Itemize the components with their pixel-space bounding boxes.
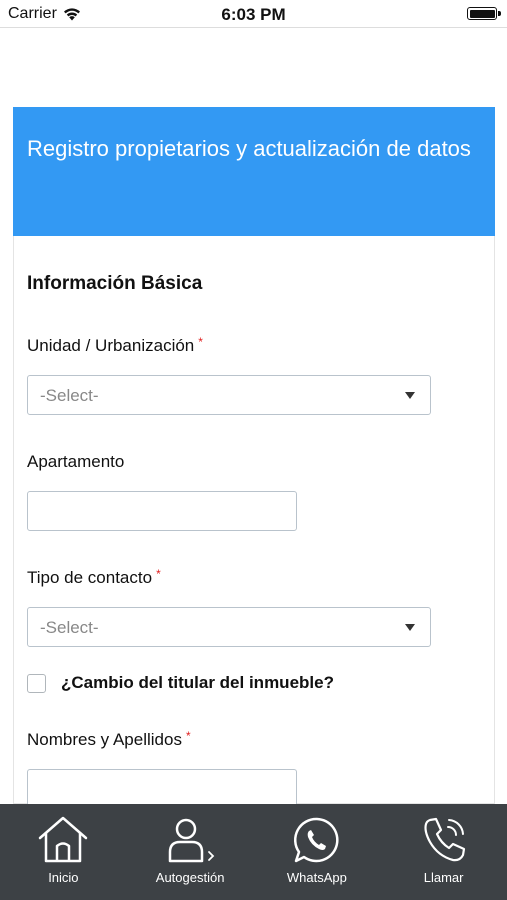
form-title: Registro propietarios y actualización de… xyxy=(27,136,471,161)
status-bar: Carrier 6:03 PM xyxy=(0,0,507,28)
user-icon xyxy=(168,818,215,863)
form-header: Registro propietarios y actualización de… xyxy=(13,107,495,236)
nav-item-whatsapp[interactable]: WhatsApp xyxy=(254,804,381,900)
whatsapp-icon xyxy=(293,817,339,863)
nav-label-llamar: Llamar xyxy=(423,870,464,885)
unidad-select-value: -Select- xyxy=(40,386,99,405)
battery-icon xyxy=(467,7,501,20)
nav-item-llamar[interactable]: Llamar xyxy=(380,804,507,900)
apartamento-label: Apartamento xyxy=(27,452,124,472)
status-time: 6:03 PM xyxy=(221,5,286,24)
nav-label-whatsapp: WhatsApp xyxy=(286,870,347,885)
nav-label-inicio: Inicio xyxy=(48,870,79,885)
cambio-titular-row[interactable]: ¿Cambio del titular del inmueble? xyxy=(27,673,334,693)
required-mark: * xyxy=(185,729,191,743)
phone-icon xyxy=(424,817,465,862)
section-title: Información Básica xyxy=(27,273,203,294)
nav-item-inicio[interactable]: Inicio xyxy=(0,804,127,900)
apartamento-field[interactable] xyxy=(27,491,297,531)
required-mark: * xyxy=(156,567,161,581)
required-mark: * xyxy=(198,335,203,349)
tipo-contacto-select-value: -Select- xyxy=(40,618,99,637)
cambio-titular-checkbox[interactable] xyxy=(27,673,46,693)
unidad-label-text: Unidad / Urbanización xyxy=(27,336,195,355)
unidad-label: Unidad / Urbanización * xyxy=(27,335,203,356)
nav-label-autogestion: Autogestión xyxy=(155,870,225,885)
bottom-nav: Inicio Autogestión WhatsApp Llamar xyxy=(0,804,507,900)
registration-form-card: Registro propietarios y actualización de… xyxy=(13,107,495,805)
apartamento-label-text: Apartamento xyxy=(27,452,125,471)
cambio-titular-label: ¿Cambio del titular del inmueble? xyxy=(61,673,334,692)
nombres-field[interactable] xyxy=(27,769,297,805)
nombres-label-text: Nombres y Apellidos xyxy=(27,730,182,749)
chevron-down-icon xyxy=(405,392,415,399)
nombres-label: Nombres y Apellidos * xyxy=(27,729,191,750)
chevron-down-icon xyxy=(405,624,415,631)
tipo-contacto-label: Tipo de contacto * xyxy=(27,567,161,588)
unidad-select[interactable]: -Select- xyxy=(27,375,431,415)
tipo-contacto-select[interactable]: -Select- xyxy=(27,607,431,647)
tipo-contacto-label-text: Tipo de contacto xyxy=(27,568,153,587)
home-icon xyxy=(39,816,88,863)
nav-item-autogestion[interactable]: Autogestión xyxy=(127,804,254,900)
